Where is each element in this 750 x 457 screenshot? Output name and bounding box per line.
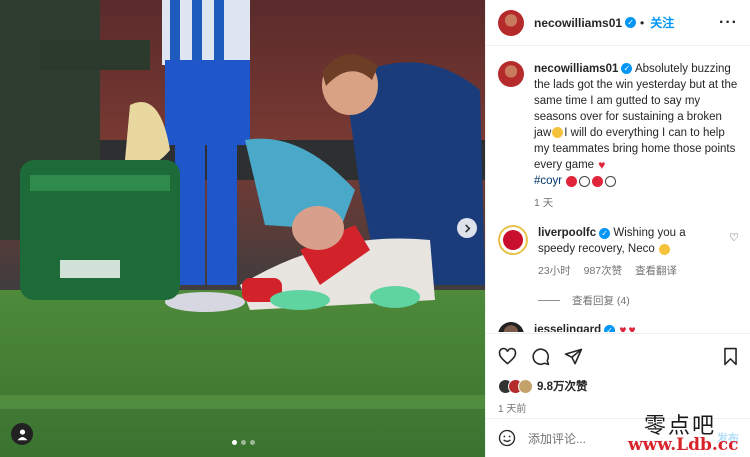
author-username[interactable]: necowilliams01 — [534, 16, 622, 30]
post-photo[interactable] — [0, 0, 485, 457]
chevron-right-icon — [464, 223, 470, 233]
red-circle-emoji-icon — [566, 175, 578, 187]
next-photo-button[interactable] — [457, 218, 477, 238]
red-heart-emoji-icon: ♥ — [619, 323, 627, 332]
comment-username[interactable]: jesselingard — [534, 324, 601, 332]
verified-badge-icon: ✓ — [621, 63, 633, 75]
carousel-dot — [232, 440, 237, 445]
watermark-url: www.Ldb.cc — [628, 435, 739, 455]
like-heart-icon[interactable] — [498, 347, 517, 366]
comment-input[interactable]: 添加评论... — [528, 430, 586, 447]
jesselingard-avatar[interactable] — [498, 322, 524, 332]
likes-count[interactable]: 9.8万次赞 — [537, 378, 588, 394]
emoji-smiley-icon[interactable] — [498, 429, 516, 447]
white-circle-emoji-icon — [579, 175, 591, 187]
comment-like-heart-icon[interactable]: ♡ — [729, 231, 739, 279]
comment-item: jesselingard ✓ ♥ ♥ — [498, 322, 739, 332]
comment-time: 23小时 — [538, 265, 571, 278]
caption-text-2: I will do everything I can to help my te… — [534, 127, 736, 172]
caption: necowilliams01 ✓ Absolutely buzzing the l… — [498, 61, 739, 211]
caption-avatar[interactable] — [498, 61, 524, 87]
follow-button[interactable]: 关注 — [650, 14, 674, 31]
red-heart-emoji-icon: ♥ — [598, 158, 606, 172]
grimace-emoji-icon — [552, 127, 564, 139]
comment-username[interactable]: liverpoolfc — [538, 227, 596, 239]
caption-time: 1 天 — [534, 197, 554, 210]
translate-link[interactable]: 查看翻译 — [635, 265, 677, 277]
comment-likes[interactable]: 987次赞 — [584, 265, 623, 277]
post-actions: 9.8万次赞 1 天前 — [486, 333, 750, 415]
caption-hashtag[interactable]: #coyr — [534, 175, 562, 187]
view-replies-label[interactable]: 查看回复 (4) — [572, 293, 630, 308]
comment-item: liverpoolfc ✓ Wishing you a speedy recove… — [498, 225, 739, 279]
tagged-users-icon[interactable] — [11, 423, 33, 445]
comments-list[interactable]: necowilliams01 ✓ Absolutely buzzing the l… — [486, 47, 750, 332]
caption-username[interactable]: necowilliams01 — [534, 63, 618, 75]
red-heart-emoji-icon: ♥ — [628, 323, 636, 332]
injury-scene-image — [0, 0, 485, 457]
author-avatar[interactable] — [498, 9, 524, 36]
carousel-dot — [250, 440, 255, 445]
save-bookmark-icon[interactable] — [722, 347, 739, 366]
clap-emoji-icon — [658, 243, 670, 255]
view-replies[interactable]: 查看回复 (4) — [538, 293, 739, 308]
comment-bubble-icon[interactable] — [531, 347, 550, 366]
post-sidebar: necowilliams01 ✓ • 关注 ··· necowilliams01… — [485, 0, 750, 457]
more-options-icon[interactable]: ··· — [719, 14, 738, 32]
carousel-indicator — [232, 440, 255, 445]
post-header: necowilliams01 ✓ • 关注 ··· — [486, 0, 750, 46]
share-paper-plane-icon[interactable] — [564, 347, 583, 366]
verified-badge-icon: ✓ — [604, 324, 616, 332]
verified-badge-icon: ✓ — [599, 227, 611, 239]
red-circle-emoji-icon — [592, 175, 604, 187]
white-circle-emoji-icon — [605, 175, 617, 187]
liverbird-logo-icon — [503, 230, 523, 251]
liverpoolfc-avatar[interactable] — [498, 225, 528, 256]
carousel-dot — [241, 440, 246, 445]
site-watermark: 零点吧 www.Ldb.cc — [623, 407, 750, 457]
likes-row[interactable]: 9.8万次赞 — [498, 378, 739, 394]
verified-badge-icon: ✓ — [625, 17, 637, 28]
liker-avatar — [518, 378, 533, 394]
